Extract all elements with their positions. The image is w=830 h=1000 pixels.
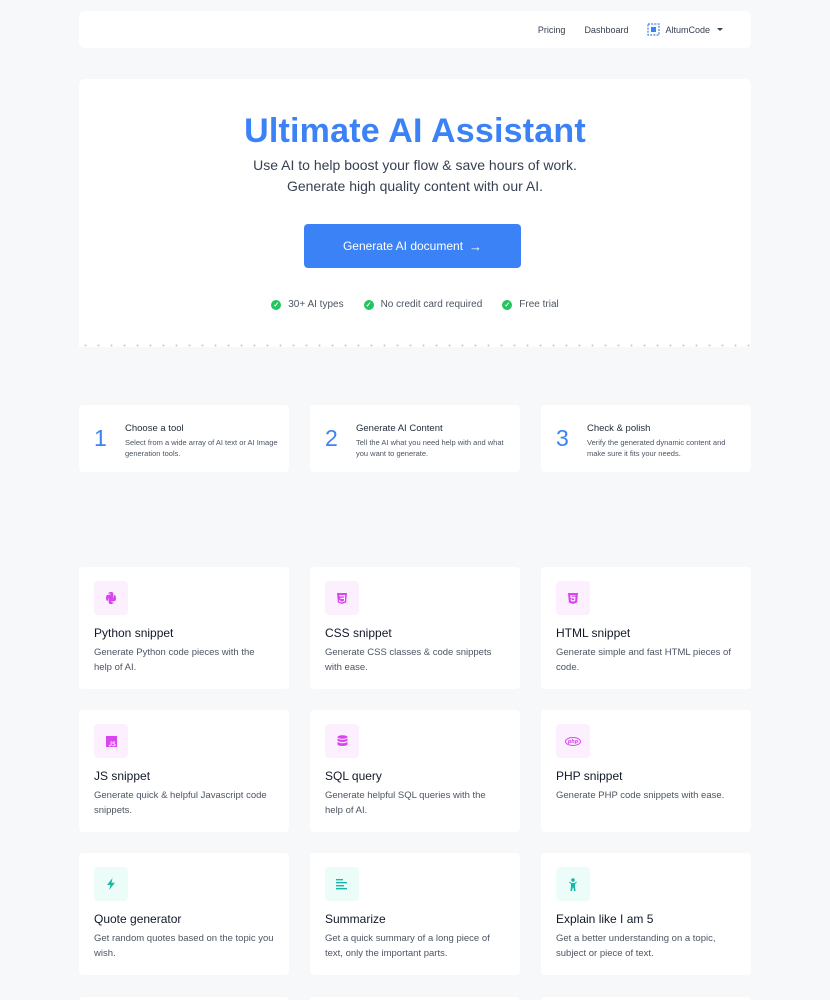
feature-label: 30+ AI types — [288, 299, 344, 310]
tool-title: Summarize — [325, 912, 386, 926]
tool-description: Generate quick & helpful Javascript code… — [94, 790, 267, 816]
tool-description: Generate simple and fast HTML pieces of … — [556, 647, 731, 673]
tool-title: HTML snippet — [556, 626, 631, 640]
svg-text:php: php — [567, 739, 579, 745]
tool-description: Generate Python code pieces with the hel… — [94, 647, 255, 673]
arrow-right-icon: → — [469, 238, 483, 254]
css3-icon — [325, 581, 359, 615]
step-card: 1 Choose a tool Select from a wide array… — [79, 405, 289, 472]
tool-card-quote[interactable]: Quote generator Get random quotes based … — [79, 853, 289, 975]
tool-description: Get random quotes based on the topic you… — [94, 933, 274, 959]
tool-title: Python snippet — [94, 626, 174, 640]
step-title: Generate AI Content — [356, 423, 443, 434]
feature-item: ✓ 30+ AI types — [271, 299, 344, 310]
bolt-icon — [94, 867, 128, 901]
check-circle-icon: ✓ — [271, 299, 282, 310]
steps-section: 1 Choose a tool Select from a wide array… — [79, 405, 751, 472]
feature-label: Free trial — [519, 299, 559, 310]
hero-divider — [79, 344, 751, 347]
step-description: Verify the generated dynamic content and… — [587, 438, 726, 458]
step-number: 3 — [556, 425, 569, 451]
tool-title: Explain like I am 5 — [556, 912, 654, 926]
tool-title: SQL query — [325, 769, 382, 783]
step-card: 2 Generate AI Content Tell the AI what y… — [310, 405, 520, 472]
step-title: Check & polish — [587, 423, 651, 434]
cta-label: Generate AI document — [342, 239, 464, 253]
step-number: 2 — [325, 425, 338, 451]
tool-card-css[interactable]: CSS snippet Generate CSS classes & code … — [310, 567, 520, 689]
tool-description: Generate helpful SQL queries with the he… — [325, 790, 486, 816]
align-left-icon — [325, 867, 359, 901]
tool-card-js[interactable]: JS snippet Generate quick & helpful Java… — [79, 710, 289, 832]
generate-document-button[interactable]: Generate AI document → — [304, 224, 521, 268]
tool-title: PHP snippet — [556, 769, 623, 783]
hero-features: ✓ 30+ AI types ✓ No credit card required… — [79, 299, 751, 310]
hero-title: Ultimate AI Assistant — [244, 112, 586, 150]
step-description: Select from a wide array of AI text or A… — [125, 438, 278, 458]
tool-title: CSS snippet — [325, 626, 392, 640]
js-icon — [94, 724, 128, 758]
tool-card-summarize[interactable]: Summarize Get a quick summary of a long … — [310, 853, 520, 975]
hero-subtitle: Use AI to help boost your flow & save ho… — [253, 157, 577, 194]
tool-title: JS snippet — [94, 769, 151, 783]
top-navbar: Pricing Dashboard AltumCode — [79, 11, 751, 48]
step-number: 1 — [94, 425, 107, 451]
step-title: Choose a tool — [125, 423, 184, 434]
check-circle-icon: ✓ — [363, 299, 374, 310]
php-icon: php — [556, 724, 590, 758]
nav-link-pricing[interactable]: Pricing — [538, 25, 566, 35]
user-avatar-icon — [647, 23, 661, 36]
tool-description: Generate PHP code snippets with ease. — [556, 790, 725, 801]
hero-section: Ultimate AI Assistant Use AI to help boo… — [79, 79, 751, 347]
feature-item: ✓ No credit card required — [363, 299, 483, 310]
account-name: AltumCode — [665, 24, 710, 35]
tool-title: Quote generator — [94, 912, 182, 926]
check-circle-icon: ✓ — [502, 299, 513, 310]
tool-card-php[interactable]: php PHP snippet Generate PHP code snippe… — [541, 710, 751, 832]
database-icon — [325, 724, 359, 758]
tool-card-eli5[interactable]: Explain like I am 5 Get a better underst… — [541, 853, 751, 975]
nav-link-dashboard[interactable]: Dashboard — [584, 25, 628, 35]
step-card: 3 Check & polish Verify the generated dy… — [541, 405, 751, 472]
html5-icon — [556, 581, 590, 615]
child-icon — [556, 867, 590, 901]
tool-card-html[interactable]: HTML snippet Generate simple and fast HT… — [541, 567, 751, 689]
caret-down-icon — [717, 28, 723, 31]
account-dropdown[interactable]: AltumCode — [647, 23, 723, 36]
feature-item: ✓ Free trial — [502, 299, 559, 310]
tool-description: Get a better understanding on a topic, s… — [556, 933, 716, 959]
python-icon — [94, 581, 128, 615]
step-description: Tell the AI what you need help with and … — [356, 438, 504, 458]
tools-grid: Python snippet Generate Python code piec… — [79, 567, 751, 975]
tool-card-sql[interactable]: SQL query Generate helpful SQL queries w… — [310, 710, 520, 832]
tool-description: Get a quick summary of a long piece of t… — [325, 933, 490, 959]
tool-card-python[interactable]: Python snippet Generate Python code piec… — [79, 567, 289, 689]
feature-label: No credit card required — [380, 299, 483, 310]
tool-description: Generate CSS classes & code snippets wit… — [325, 647, 492, 673]
